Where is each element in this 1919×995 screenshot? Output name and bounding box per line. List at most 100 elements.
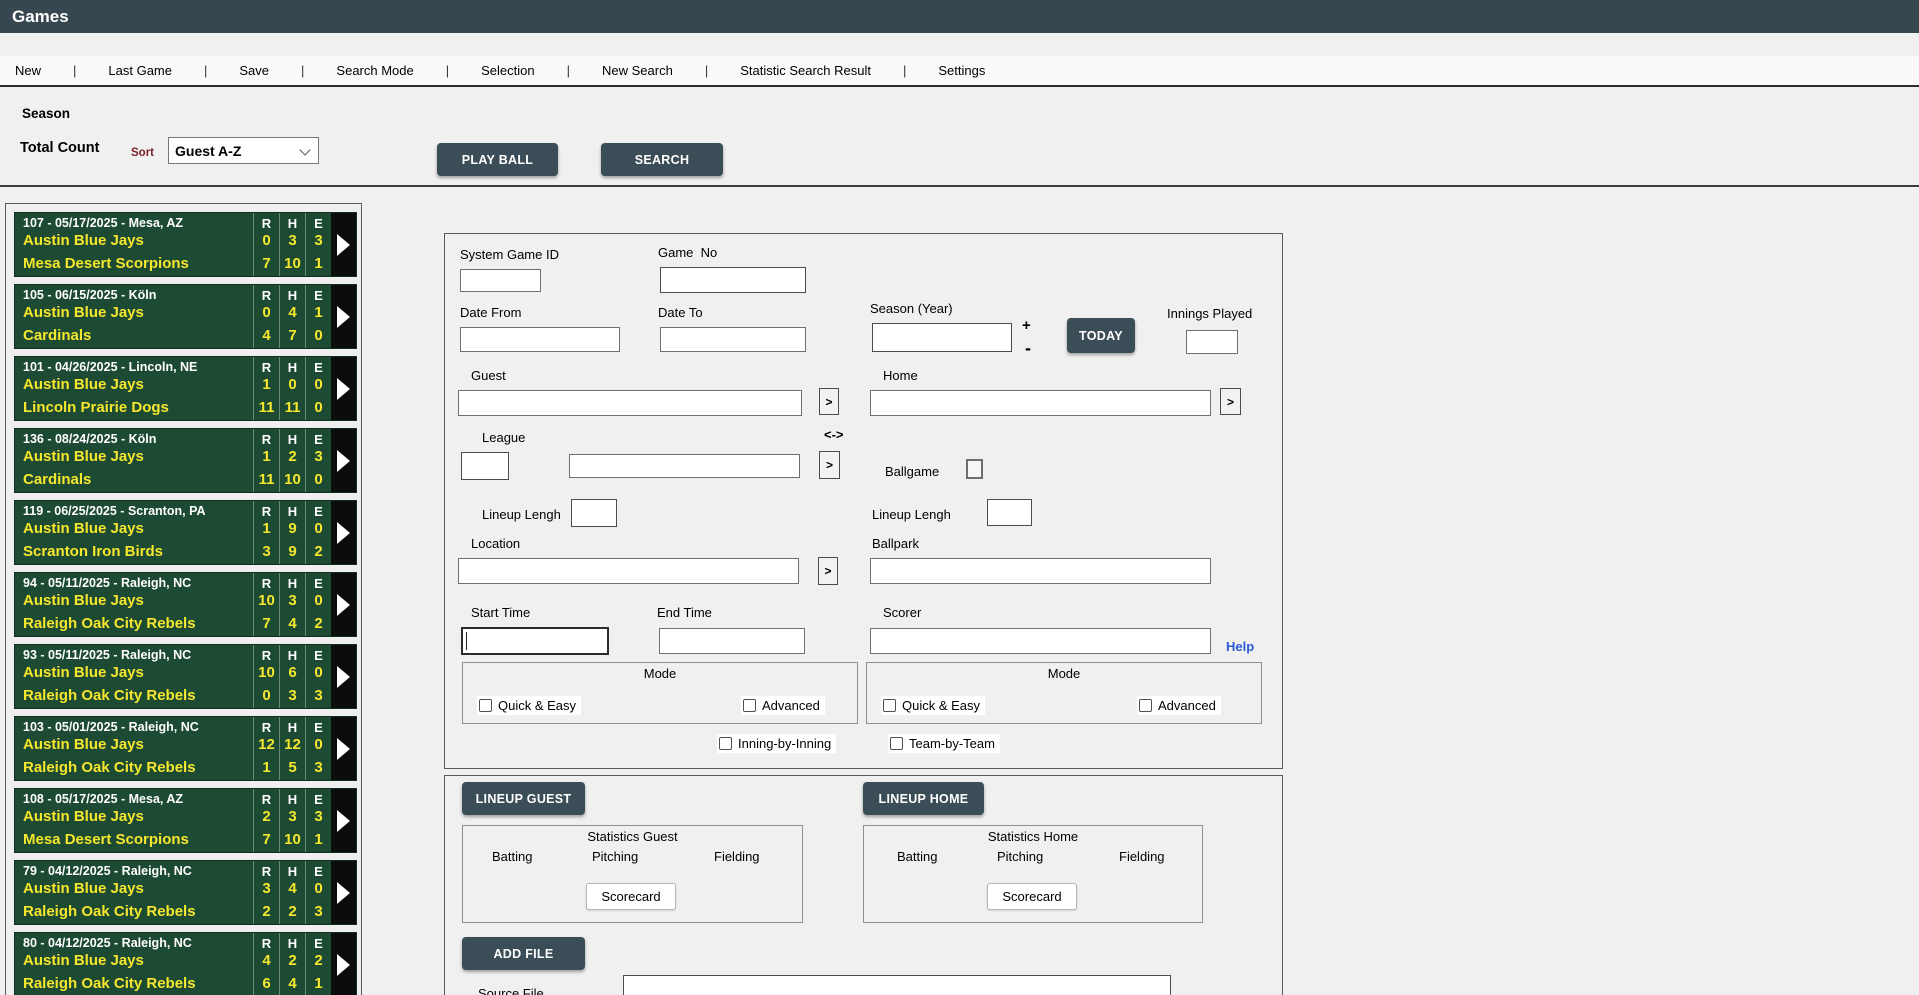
col-e-header: E — [306, 864, 331, 880]
date-from-input[interactable] — [460, 327, 620, 352]
add-file-button[interactable]: ADD FILE — [462, 937, 585, 970]
menu-item-statistic-search-result[interactable]: Statistic Search Result — [740, 63, 871, 78]
game-card[interactable]: 79 - 04/12/2025 - Raleigh, NC Austin Blu… — [14, 860, 357, 925]
open-game-button[interactable] — [331, 861, 356, 924]
guest-h: 2 — [280, 952, 305, 972]
home-r: 0 — [254, 687, 279, 707]
game-card[interactable]: 103 - 05/01/2025 - Raleigh, NC Austin Bl… — [14, 716, 357, 781]
fielding-home-link[interactable]: Fielding — [1119, 849, 1165, 864]
source-file-input[interactable] — [623, 975, 1171, 995]
advanced-guest-checkbox[interactable]: Advanced — [741, 696, 825, 715]
innings-played-label: Innings Played — [1167, 306, 1252, 321]
menu-item-new-search[interactable]: New Search — [602, 63, 673, 78]
menu-item-settings[interactable]: Settings — [938, 63, 985, 78]
ballgame-checkbox[interactable] — [966, 459, 983, 479]
quick-easy-home-checkbox[interactable]: Quick & Easy — [881, 696, 985, 715]
date-to-input[interactable] — [660, 327, 806, 352]
guest-input[interactable] — [458, 390, 802, 416]
league-name-input[interactable] — [569, 454, 800, 478]
col-r-header: R — [254, 288, 279, 304]
search-button[interactable]: SEARCH — [601, 143, 723, 176]
location-expand-button[interactable]: > — [818, 557, 838, 585]
team-by-team-checkbox[interactable]: Team-by-Team — [888, 734, 1000, 753]
home-team-name: Raleigh Oak City Rebels — [23, 903, 253, 923]
batting-guest-link[interactable]: Batting — [492, 849, 532, 864]
scorecard-home-button[interactable]: Scorecard — [987, 883, 1077, 910]
home-team-name: Raleigh Oak City Rebels — [23, 687, 253, 707]
home-input[interactable] — [870, 390, 1211, 416]
guest-team-name: Austin Blue Jays — [23, 448, 253, 468]
home-h: 7 — [280, 327, 305, 347]
lineup-home-button[interactable]: LINEUP HOME — [863, 782, 984, 815]
game-card[interactable]: 80 - 04/12/2025 - Raleigh, NC Austin Blu… — [14, 932, 357, 995]
open-game-button[interactable] — [331, 213, 356, 276]
today-button[interactable]: TODAY — [1067, 318, 1135, 353]
score-column-runs: R 2 7 — [253, 789, 279, 852]
league-expand-button[interactable]: > — [819, 451, 840, 479]
menu-item-search-mode[interactable]: Search Mode — [336, 63, 413, 78]
game-card[interactable]: 93 - 05/11/2025 - Raleigh, NC Austin Blu… — [14, 644, 357, 709]
location-input[interactable] — [458, 558, 799, 584]
menu-item-save[interactable]: Save — [239, 63, 269, 78]
col-h-header: H — [280, 648, 305, 664]
game-card[interactable]: 101 - 04/26/2025 - Lincoln, NE Austin Bl… — [14, 356, 357, 421]
home-r: 4 — [254, 327, 279, 347]
open-game-button[interactable] — [331, 501, 356, 564]
fielding-guest-link[interactable]: Fielding — [714, 849, 760, 864]
play-arrow-icon — [337, 810, 350, 832]
home-e: 3 — [306, 903, 331, 923]
pitching-home-link[interactable]: Pitching — [997, 849, 1043, 864]
home-team-name: Cardinals — [23, 471, 253, 491]
ballpark-input[interactable] — [870, 558, 1211, 584]
system-game-id-input[interactable] — [460, 269, 541, 292]
game-card[interactable]: 119 - 06/25/2025 - Scranton, PA Austin B… — [14, 500, 357, 565]
scorecard-guest-button[interactable]: Scorecard — [586, 883, 676, 910]
help-link[interactable]: Help — [1226, 639, 1254, 654]
batting-home-link[interactable]: Batting — [897, 849, 937, 864]
menu-item-selection[interactable]: Selection — [481, 63, 534, 78]
league-code-input[interactable] — [461, 452, 509, 480]
game-card[interactable]: 107 - 05/17/2025 - Mesa, AZ Austin Blue … — [14, 212, 357, 277]
home-e: 1 — [306, 975, 331, 995]
advanced-home-checkbox[interactable]: Advanced — [1137, 696, 1221, 715]
open-game-button[interactable] — [331, 357, 356, 420]
end-time-input[interactable] — [659, 628, 805, 654]
game-card[interactable]: 105 - 06/15/2025 - Köln Austin Blue Jays… — [14, 284, 357, 349]
open-game-button[interactable] — [331, 933, 356, 995]
game-no-input[interactable] — [660, 267, 806, 293]
game-card[interactable]: 94 - 05/11/2025 - Raleigh, NC Austin Blu… — [14, 572, 357, 637]
menu-item-last-game[interactable]: Last Game — [108, 63, 172, 78]
home-team-name: Raleigh Oak City Rebels — [23, 615, 253, 635]
open-game-button[interactable] — [331, 285, 356, 348]
scorer-label: Scorer — [883, 605, 921, 620]
home-expand-button[interactable]: > — [1220, 388, 1241, 415]
innings-played-input[interactable] — [1186, 330, 1238, 354]
source-file-label: Source File — [478, 986, 544, 995]
lineup-lengh-home-input[interactable] — [987, 499, 1032, 526]
scorer-input[interactable] — [870, 628, 1211, 654]
ballpark-label: Ballpark — [872, 536, 919, 551]
page-title: Games — [12, 7, 69, 26]
open-game-button[interactable] — [331, 645, 356, 708]
open-game-button[interactable] — [331, 429, 356, 492]
season-year-input[interactable] — [872, 323, 1012, 352]
menu-item-new[interactable]: New — [15, 63, 41, 78]
play-ball-button[interactable]: PLAY BALL — [437, 143, 558, 176]
lineup-guest-button[interactable]: LINEUP GUEST — [462, 782, 585, 815]
open-game-button[interactable] — [331, 717, 356, 780]
lineup-lengh-guest-input[interactable] — [571, 499, 617, 527]
home-team-name: Raleigh Oak City Rebels — [23, 759, 253, 779]
open-game-button[interactable] — [331, 573, 356, 636]
season-plus-button[interactable]: + — [1022, 317, 1031, 334]
season-minus-button[interactable]: - — [1025, 338, 1031, 359]
inning-by-inning-checkbox[interactable]: Inning-by-Inning — [717, 734, 836, 753]
pitching-guest-link[interactable]: Pitching — [592, 849, 638, 864]
quick-easy-guest-checkbox[interactable]: Quick & Easy — [477, 696, 581, 715]
start-time-input[interactable] — [461, 627, 609, 655]
game-card[interactable]: 136 - 08/24/2025 - Köln Austin Blue Jays… — [14, 428, 357, 493]
col-r-header: R — [254, 576, 279, 592]
sort-dropdown[interactable]: Guest A-Z — [168, 137, 319, 164]
guest-expand-button[interactable]: > — [819, 388, 839, 415]
open-game-button[interactable] — [331, 789, 356, 852]
game-card[interactable]: 108 - 05/17/2025 - Mesa, AZ Austin Blue … — [14, 788, 357, 853]
